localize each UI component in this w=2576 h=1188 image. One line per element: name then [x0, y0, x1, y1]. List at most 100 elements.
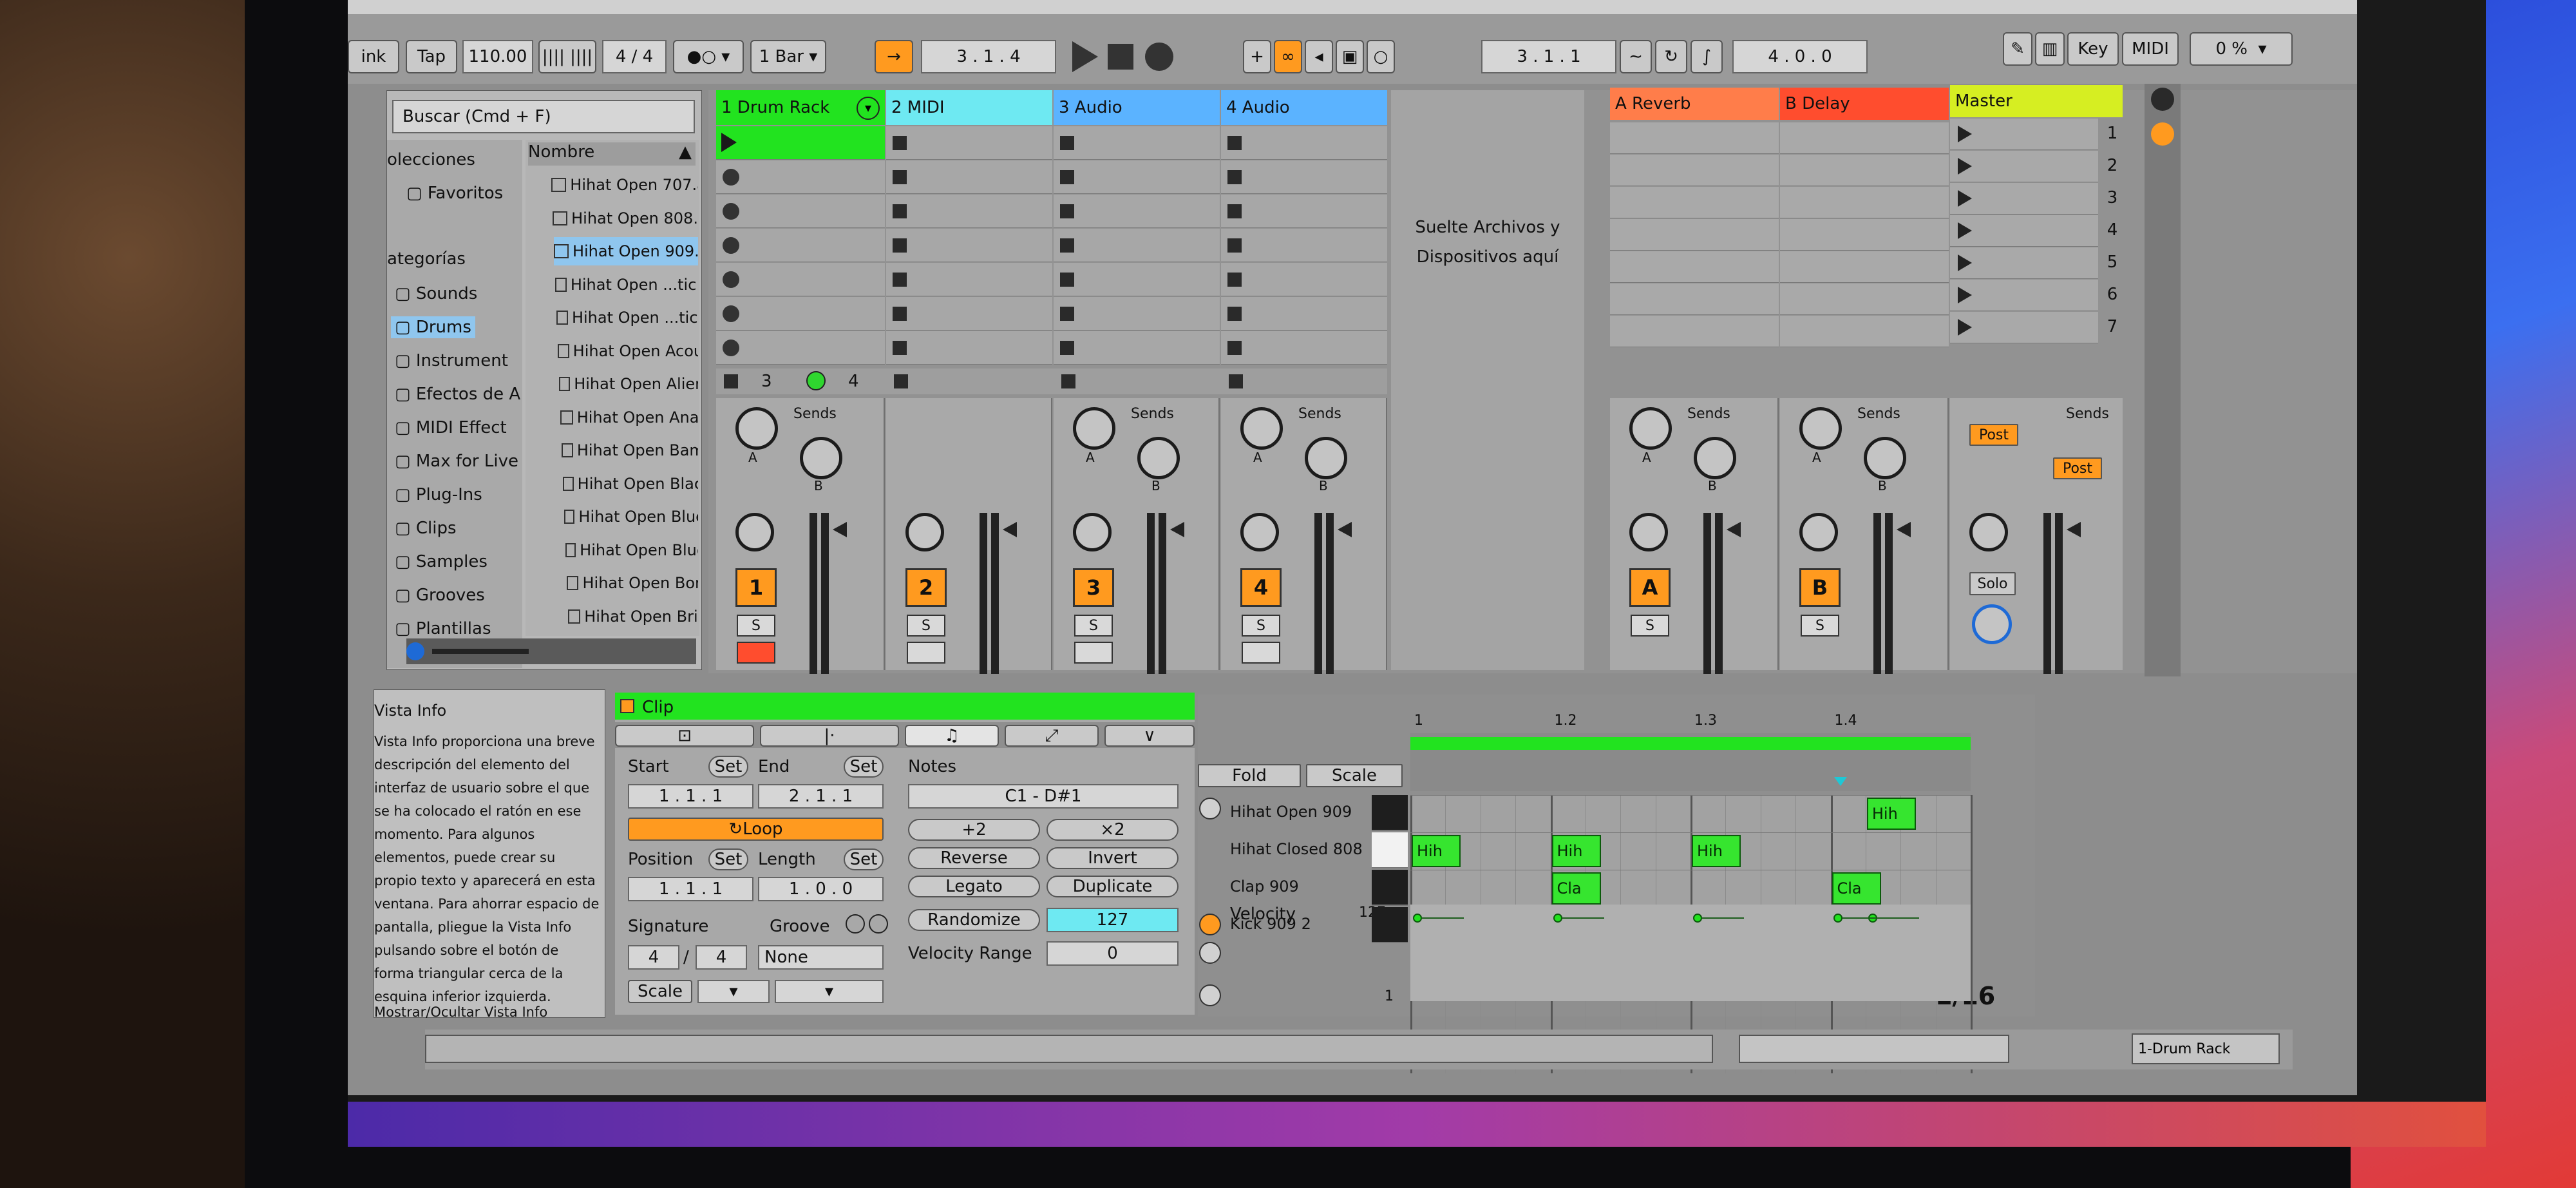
scene-play-icon[interactable] [1958, 158, 1972, 175]
send-b-knob[interactable] [1305, 437, 1347, 479]
duplicate-button[interactable]: Duplicate [1046, 876, 1179, 897]
session-record-button[interactable]: ○ [1367, 40, 1395, 73]
clip-slot[interactable] [716, 263, 885, 296]
track-header-midi[interactable]: 2 MIDI [886, 90, 1052, 125]
name-column-header[interactable]: Nombre ▲ [528, 142, 696, 166]
fold-lane-icon[interactable] [1199, 914, 1221, 935]
empty-slot-dot-icon[interactable] [723, 203, 739, 220]
send-a-knob[interactable] [1073, 407, 1115, 450]
scene-play-icon[interactable] [1958, 287, 1972, 303]
clip-slot[interactable] [716, 229, 885, 262]
tab-envelopes[interactable]: ⤢ [1005, 725, 1099, 747]
scene-number[interactable]: 3 [2103, 188, 2122, 207]
clip-slot[interactable] [716, 160, 885, 194]
clip-slot[interactable] [1221, 229, 1387, 262]
solo-button[interactable]: S [1242, 615, 1280, 637]
file-row[interactable]: Hihat Open Alien Fash.wav [559, 370, 698, 398]
scene-play-icon[interactable] [1958, 126, 1972, 142]
mixer-toggle-icon[interactable] [2151, 122, 2174, 146]
solo-button[interactable]: S [737, 615, 775, 637]
preview-toggle-icon[interactable] [1199, 798, 1221, 819]
stop-all-icon[interactable] [724, 374, 738, 388]
file-row[interactable]: Hihat Open Brim.wav [568, 602, 698, 631]
editor-scale-button[interactable]: Scale [1306, 764, 1403, 787]
note-range-field[interactable]: C1 - D#1 [908, 784, 1179, 809]
view-selector[interactable] [1739, 1035, 2009, 1063]
clip-slot[interactable] [886, 297, 1052, 331]
time-signature-field[interactable]: 4 / 4 [602, 40, 667, 73]
clip-slot[interactable] [1221, 331, 1387, 365]
tab-notes[interactable]: ♫ [905, 725, 999, 747]
clip-slot[interactable] [1054, 263, 1220, 296]
piano-key-icon[interactable] [1372, 870, 1408, 906]
file-row[interactable]: Hihat Open 909.aif [554, 237, 698, 265]
scale-name-select[interactable]: ▾ [775, 980, 884, 1003]
sidebar-item-favorites[interactable]: ▢ Favoritos [406, 184, 503, 203]
clip-stop-icon[interactable] [1060, 273, 1074, 287]
scene-launch-slot[interactable] [1950, 280, 2098, 311]
stop-track-icon[interactable] [1229, 374, 1243, 388]
start-set-button[interactable]: Set [708, 756, 748, 778]
empty-slot-dot-icon[interactable] [723, 305, 739, 322]
file-row[interactable]: Hihat Open 808.aif [553, 204, 698, 233]
clip-slot[interactable] [886, 160, 1052, 194]
lane-collapse-icon[interactable] [1199, 942, 1221, 964]
send-b-knob[interactable] [800, 437, 842, 479]
scene-launch-slot[interactable] [1950, 312, 2098, 343]
scene-launch-slot[interactable] [1950, 119, 2098, 150]
clip-stop-icon[interactable] [1060, 136, 1074, 150]
key-map-button[interactable]: Key [2067, 32, 2119, 66]
volume-fader-icon[interactable] [833, 522, 847, 537]
piano-key-icon[interactable] [1372, 907, 1408, 943]
sidebar-item-category[interactable]: ▢ Instrument [391, 350, 512, 372]
clip-stop-icon[interactable] [1227, 341, 1242, 355]
play-icon[interactable] [1072, 41, 1098, 72]
midi-note[interactable]: Hih [1866, 798, 1916, 830]
file-row[interactable]: Hihat Open Bluesbreak.wav [565, 536, 698, 564]
velocity-marker-icon[interactable] [1833, 914, 1842, 923]
volume-fader-icon[interactable] [1003, 522, 1017, 537]
position-set-button[interactable]: Set [708, 848, 748, 870]
groove-hot-swap-icon[interactable] [846, 914, 865, 934]
computer-keyboard-button[interactable]: ▥ [2035, 32, 2065, 66]
position-field[interactable]: 1 . 1 . 1 [628, 877, 753, 901]
scene-launch-slot[interactable] [1950, 215, 2098, 247]
loop-toggle[interactable]: ↻ Loop [628, 818, 884, 841]
post-button[interactable]: Post [1969, 424, 2018, 446]
drum-pad-row-label[interactable]: Kick 909 2 [1230, 915, 1311, 933]
post-button[interactable]: Post [2053, 457, 2102, 479]
groove-select[interactable]: None [758, 945, 884, 970]
scene-play-icon[interactable] [1958, 319, 1972, 336]
clip-slot[interactable] [1221, 195, 1387, 228]
clip-slot[interactable] [886, 195, 1052, 228]
clip-stop-icon[interactable] [1227, 170, 1242, 184]
clip-stop-icon[interactable] [1227, 307, 1242, 321]
clip-slot[interactable] [1221, 160, 1387, 194]
sidebar-item-category[interactable]: ▢ Grooves [391, 584, 489, 606]
arm-button[interactable] [1242, 642, 1280, 664]
pan-knob[interactable] [1073, 513, 1112, 551]
clip-slot[interactable] [1054, 297, 1220, 331]
track-activator-button[interactable]: 4 [1240, 568, 1282, 607]
scene-launch-slot[interactable] [1950, 247, 2098, 279]
link-button[interactable]: ink [348, 40, 399, 73]
return-header-delay[interactable]: B Delay [1780, 88, 1949, 120]
pan-knob[interactable] [1240, 513, 1279, 551]
tab-launch[interactable]: |· [760, 725, 899, 747]
solo-button[interactable]: S [907, 615, 945, 637]
clip-title-bar[interactable]: Clip [615, 693, 1195, 720]
clip-stop-icon[interactable] [893, 307, 907, 321]
clip-slot[interactable] [1054, 331, 1220, 365]
legato-button[interactable]: Legato [908, 876, 1040, 897]
lane-play-icon[interactable] [1199, 984, 1221, 1006]
track-activator-button[interactable]: 2 [905, 568, 947, 607]
track-activator-button[interactable]: B [1799, 568, 1841, 607]
clip-stop-icon[interactable] [1060, 204, 1074, 218]
piano-key-icon[interactable] [1372, 795, 1408, 831]
sidebar-item-category[interactable]: ▢ Plug-Ins [391, 484, 486, 506]
drum-pad-row-label[interactable]: Hihat Closed 808 [1230, 840, 1363, 858]
volume-fader-icon[interactable] [2067, 522, 2081, 537]
empty-slot-dot-icon[interactable] [723, 169, 739, 186]
velocity-range-field[interactable]: 0 [1046, 941, 1179, 966]
stop-track-icon[interactable] [1061, 374, 1075, 388]
